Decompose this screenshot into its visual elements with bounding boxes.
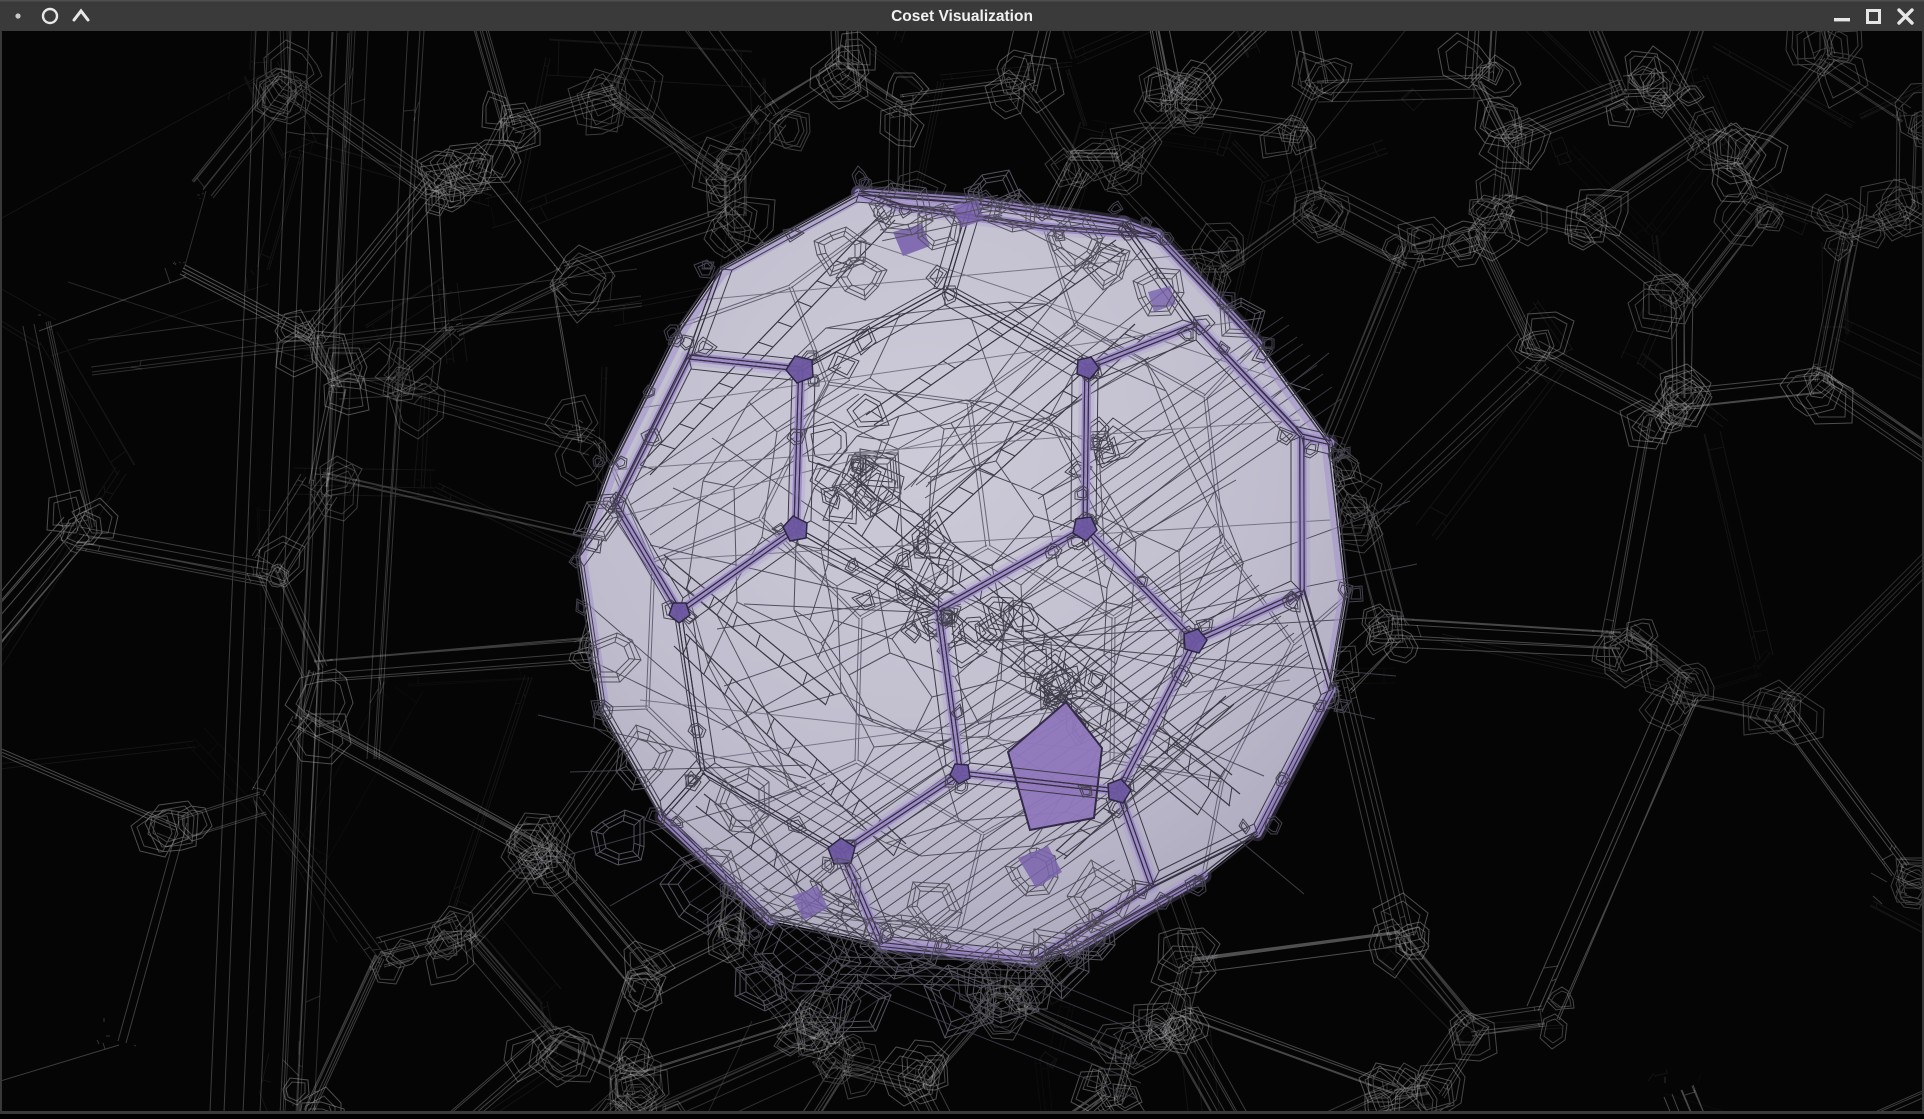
svg-text:Coset Visualization: Coset Visualization [891,8,1033,25]
